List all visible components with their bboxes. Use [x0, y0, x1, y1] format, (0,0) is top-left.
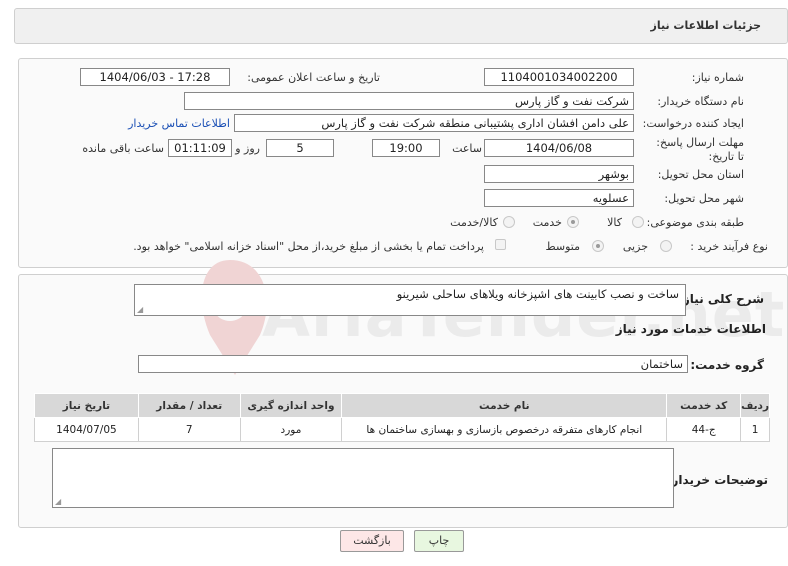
buyer-notes-field[interactable]: ◢ — [52, 448, 674, 508]
col-header-service-code: کد خدمت — [666, 393, 742, 418]
category-radio-goods-service[interactable] — [503, 216, 515, 228]
col-header-unit: واحد اندازه گیری — [239, 393, 343, 418]
purchase-option-medium: متوسط — [545, 240, 580, 253]
purchase-radio-medium[interactable] — [592, 240, 604, 252]
deadline-time-label: ساعت — [452, 142, 482, 155]
buyer-notes-label: توضیحات خریدار: — [666, 473, 768, 487]
requester-label: ایجاد کننده درخواست: — [642, 117, 744, 130]
services-table: ردیف کد خدمت نام خدمت واحد اندازه گیری ت… — [34, 393, 770, 442]
buyer-contact-link[interactable]: اطلاعات تماس خریدار — [128, 117, 230, 130]
col-header-quantity: تعداد / مقدار — [137, 393, 241, 418]
need-number-label: شماره نیاز: — [691, 71, 744, 84]
header-bar: جزئیات اطلاعات نیاز — [14, 8, 788, 44]
deadline-label: مهلت ارسال پاسخ: تا تاریخ: — [656, 136, 744, 163]
requester-field[interactable]: علی دامن افشان اداری پشتیبانی منطقه شرکت… — [234, 114, 634, 132]
remaining-time-label: ساعت باقی مانده — [82, 142, 164, 155]
table-row[interactable]: 1 ج-44 انجام کارهای متفرقه درخصوص بازساز… — [34, 417, 770, 442]
deadline-days-field[interactable]: 5 — [266, 139, 334, 157]
category-radio-service[interactable] — [567, 216, 579, 228]
col-header-service-name: نام خدمت — [341, 393, 668, 418]
buyer-org-field[interactable]: شرکت نفت و گاز پارس — [184, 92, 634, 110]
page-title: جزئیات اطلاعات نیاز — [650, 19, 762, 32]
city-field[interactable]: عسلویه — [484, 189, 634, 207]
col-header-need-date: تاریخ نیاز — [34, 393, 139, 418]
service-group-field[interactable]: ساختمان — [138, 355, 688, 373]
purchase-option-minor: جزیی — [622, 240, 648, 253]
deadline-date-field[interactable]: 1404/06/08 — [484, 139, 634, 157]
province-label: استان محل تحویل: — [657, 168, 744, 181]
province-field[interactable]: بوشهر — [484, 165, 634, 183]
col-header-row-number: ردیف — [740, 393, 770, 418]
treasury-payment-checkbox[interactable] — [495, 239, 506, 250]
cell-row-number: 1 — [740, 417, 770, 442]
cell-unit: مورد — [239, 417, 343, 442]
announce-datetime-field[interactable]: 1404/06/03 - 17:28 — [80, 68, 230, 86]
treasury-payment-note: پرداخت تمام یا بخشی از مبلغ خرید،از محل … — [133, 240, 484, 253]
category-option-goods: کالا — [607, 216, 622, 229]
resize-handle-icon[interactable]: ◢ — [55, 497, 61, 506]
buyer-org-label: نام دستگاه خریدار: — [657, 95, 744, 108]
purchase-radio-minor[interactable] — [660, 240, 672, 252]
category-option-goods-service: کالا/خدمت — [450, 216, 498, 229]
cell-service-name: انجام کارهای متفرقه درخصوص بازسازی و بهس… — [341, 417, 668, 442]
table-header-row: ردیف کد خدمت نام خدمت واحد اندازه گیری ت… — [34, 393, 770, 418]
category-option-service: خدمت — [532, 216, 562, 229]
services-section-title: اطلاعات خدمات مورد نیاز — [615, 322, 766, 336]
deadline-time-field[interactable]: 19:00 — [372, 139, 440, 157]
city-label: شهر محل تحویل: — [664, 192, 744, 205]
days-label: روز و — [235, 142, 260, 155]
service-group-label: گروه خدمت: — [690, 358, 764, 372]
print-button[interactable]: چاپ — [414, 530, 464, 552]
cell-service-code: ج-44 — [666, 417, 742, 442]
general-description-field[interactable]: ساخت و نصب کابینت های اشپزخانه ویلاهای س… — [134, 284, 686, 316]
cell-quantity: 7 — [137, 417, 241, 442]
back-button[interactable]: بازگشت — [340, 530, 404, 552]
category-radio-goods[interactable] — [632, 216, 644, 228]
general-description-text: ساخت و نصب کابینت های اشپزخانه ویلاهای س… — [396, 287, 679, 301]
need-number-field[interactable]: 1104001034002200 — [484, 68, 634, 86]
cell-need-date: 1404/07/05 — [34, 417, 139, 442]
purchase-type-label: نوع فرآیند خرید : — [690, 240, 768, 253]
resize-handle-icon[interactable]: ◢ — [137, 305, 143, 314]
general-description-label: شرح کلی نیاز: — [678, 292, 764, 306]
category-label: طبقه بندی موضوعی: — [646, 216, 744, 229]
remaining-time-field[interactable]: 01:11:09 — [168, 139, 232, 157]
announce-datetime-label: تاریخ و ساعت اعلان عمومی: — [247, 71, 380, 84]
